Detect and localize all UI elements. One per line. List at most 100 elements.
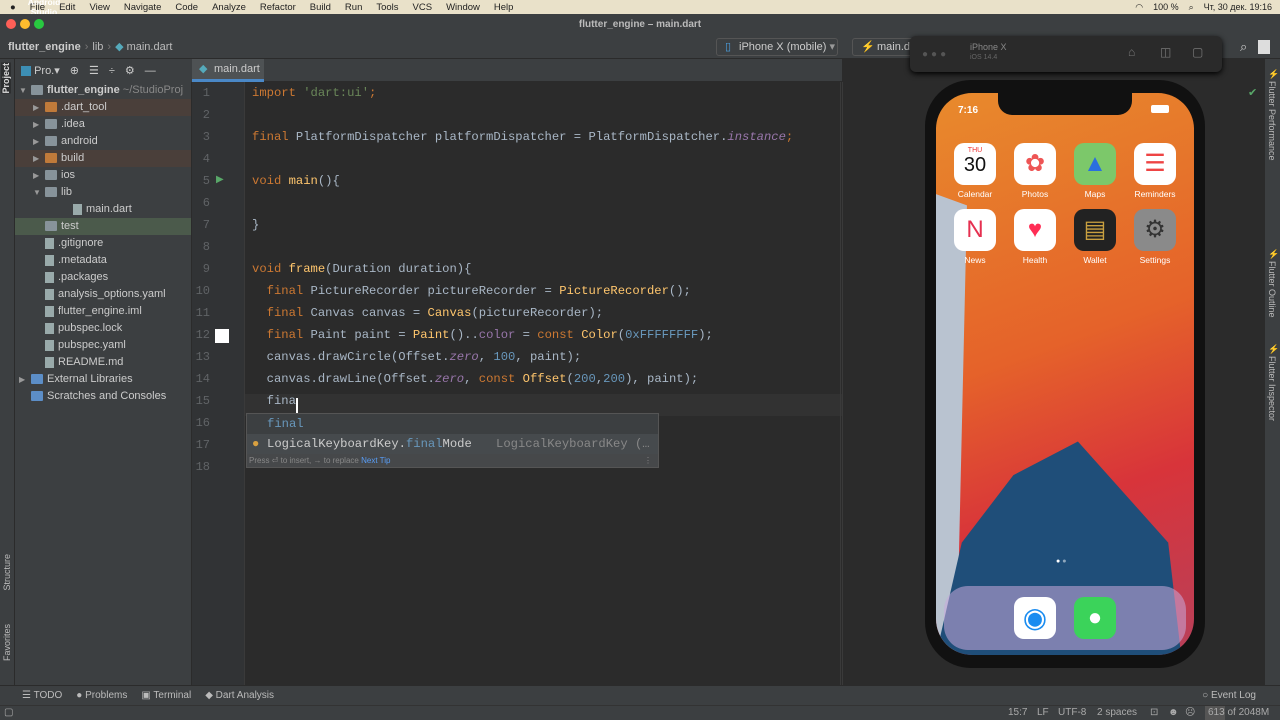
device-selector[interactable]: ▯ iPhone X (mobile) ▾ (716, 38, 838, 56)
caret-position[interactable]: 15:7 (1008, 707, 1027, 718)
gear-icon[interactable]: ⚙ (125, 64, 135, 77)
expand-arrow-icon[interactable]: ▶ (33, 133, 45, 150)
clock[interactable]: Чт, 30 дек. 19:16 (1204, 2, 1272, 12)
expand-arrow-icon[interactable]: ▶ (33, 167, 45, 184)
expand-arrow-icon[interactable]: ▼ (33, 184, 45, 201)
tree-item[interactable]: ▶ .dart_tool (15, 99, 191, 116)
flutter-performance-tab[interactable]: Flutter Performance (1267, 81, 1277, 161)
line-separator[interactable]: LF (1037, 707, 1049, 718)
tree-item[interactable]: ▶ External Libraries (15, 371, 191, 388)
indent-setting[interactable]: 2 spaces (1097, 707, 1137, 718)
code-editor[interactable]: 1 2 3 4 5 6 7 8 9 10 11 12 13 14 15 16 17 18 ▶ import 'da… (192, 82, 842, 685)
favorites-tool-tab[interactable]: Favorites (2, 624, 12, 661)
color-preview-icon[interactable] (215, 329, 229, 343)
app-reminders[interactable]: ☰ Reminders (1125, 143, 1185, 199)
simulator-window-controls[interactable]: ●●● (922, 49, 949, 60)
more-options-icon[interactable]: ⋮ (644, 454, 652, 467)
collapse-all-icon[interactable]: ÷ (109, 65, 115, 77)
minimize-window-button[interactable] (20, 19, 30, 29)
menu-tools[interactable]: Tools (376, 2, 398, 13)
rotate-icon[interactable]: ▢ (1192, 45, 1203, 59)
menu-code[interactable]: Code (175, 2, 198, 13)
todo-tab[interactable]: ☰ TODO (22, 690, 62, 701)
tree-item[interactable]: test (15, 218, 191, 235)
app-calendar[interactable]: THU 30 Calendar (945, 143, 1005, 199)
menu-vcs[interactable]: VCS (413, 2, 433, 13)
file-encoding[interactable]: UTF-8 (1058, 707, 1086, 718)
app-maps[interactable]: ▲ Maps (1065, 143, 1125, 199)
expand-arrow-icon[interactable]: ▶ (33, 99, 45, 116)
tree-item[interactable]: main.dart (15, 201, 191, 218)
flutter-inspector-tab[interactable]: Flutter Inspector (1267, 356, 1277, 421)
tree-item[interactable]: Scratches and Consoles (15, 388, 191, 405)
memory-indicator[interactable]: 613 of 2048M (1205, 706, 1273, 720)
expand-arrow-icon[interactable]: ▶ (19, 371, 31, 388)
toggle-tool-windows-icon[interactable]: ▢ (4, 707, 13, 718)
app-news[interactable]: N News (945, 209, 1005, 265)
tree-item[interactable]: ▼ lib (15, 184, 191, 201)
hide-icon[interactable]: — (145, 65, 156, 77)
menu-help[interactable]: Help (494, 2, 514, 13)
app-settings[interactable]: ⚙ Settings (1125, 209, 1185, 265)
messages-icon[interactable]: ● (1074, 597, 1116, 639)
problems-tab[interactable]: ● Problems (76, 690, 127, 701)
structure-tool-tab[interactable]: Structure (2, 554, 12, 591)
app-health[interactable]: ♥ Health (1005, 209, 1065, 265)
app-wallet[interactable]: ▤ Wallet (1065, 209, 1125, 265)
tree-item[interactable]: README.md (15, 354, 191, 371)
expand-arrow-icon[interactable]: ▶ (33, 116, 45, 133)
tree-item[interactable]: .metadata (15, 252, 191, 269)
tree-item[interactable]: pubspec.lock (15, 320, 191, 337)
menu-refactor[interactable]: Refactor (260, 2, 296, 13)
screenshot-icon[interactable]: ◫ (1160, 45, 1171, 59)
menu-analyze[interactable]: Analyze (212, 2, 246, 13)
menu-window[interactable]: Window (446, 2, 480, 13)
menu-run[interactable]: Run (345, 2, 362, 13)
safari-icon[interactable]: ◉ (1014, 597, 1056, 639)
menu-view[interactable]: View (89, 2, 109, 13)
completion-item[interactable]: ● LogicalKeyboardKey.finalMode LogicalKe… (247, 434, 658, 454)
flutter-outline-tab[interactable]: Flutter Outline (1267, 261, 1277, 318)
wifi-icon[interactable]: ◠ (1135, 2, 1143, 13)
tree-item[interactable]: pubspec.yaml (15, 337, 191, 354)
app-photos[interactable]: ✿ Photos (1005, 143, 1065, 199)
project-view-selector[interactable]: Pro.▾ (21, 64, 60, 77)
home-icon[interactable]: ⌂ (1128, 45, 1135, 59)
tab-main-dart[interactable]: ◆ main.dart (192, 59, 264, 82)
tree-item[interactable]: analysis_options.yaml (15, 286, 191, 303)
dart-analysis-tab[interactable]: ◆ Dart Analysis (205, 690, 274, 701)
tree-item[interactable]: .gitignore (15, 235, 191, 252)
tree-item[interactable]: ▶ android (15, 133, 191, 150)
next-tip-link[interactable]: Next Tip (361, 456, 390, 465)
breadcrumb-project[interactable]: flutter_engine (8, 41, 81, 53)
breadcrumb-lib[interactable]: lib (92, 41, 103, 53)
tree-root[interactable]: ▼ flutter_engine ~/StudioProj (15, 82, 191, 99)
lock-icon[interactable]: ⊡ (1150, 707, 1158, 718)
search-everywhere-icon[interactable]: ⌕ (1240, 39, 1247, 55)
run-gutter-icon[interactable]: ▶ (216, 174, 224, 185)
zoom-window-button[interactable] (34, 19, 44, 29)
expand-all-icon[interactable]: ☰ (89, 64, 99, 77)
tree-item[interactable]: ▶ .idea (15, 116, 191, 133)
search-icon[interactable]: ⌕ (1189, 2, 1194, 13)
project-tool-tab[interactable]: Project (1, 63, 11, 94)
expand-arrow-icon[interactable]: ▶ (33, 150, 45, 167)
account-icon[interactable] (1258, 40, 1270, 54)
inspector-icon[interactable]: ☻ (1168, 707, 1179, 718)
event-log-tab[interactable]: ○ Event Log (1202, 690, 1256, 701)
menu-build[interactable]: Build (310, 2, 331, 13)
close-window-button[interactable] (6, 19, 16, 29)
feedback-icon[interactable]: ☹ (1185, 707, 1195, 718)
tree-item[interactable]: ▶ ios (15, 167, 191, 184)
completion-item-keyword[interactable]: final (247, 414, 658, 434)
tree-item[interactable]: flutter_engine.iml (15, 303, 191, 320)
terminal-tab[interactable]: ▣ Terminal (141, 690, 191, 701)
page-indicator[interactable]: ● ● (1056, 558, 1066, 565)
battery-label[interactable]: 100 % (1153, 2, 1179, 12)
tree-item[interactable]: ▶ build (15, 150, 191, 167)
breadcrumb-file[interactable]: main.dart (127, 41, 173, 53)
simulator-screen[interactable]: 7:16 THU 30 Calendar ✿ Photos ▲ Maps ☰ Reminders… (936, 93, 1194, 655)
locate-icon[interactable]: ⊕ (70, 64, 79, 77)
tree-item[interactable]: .packages (15, 269, 191, 286)
menu-navigate[interactable]: Navigate (124, 2, 162, 13)
